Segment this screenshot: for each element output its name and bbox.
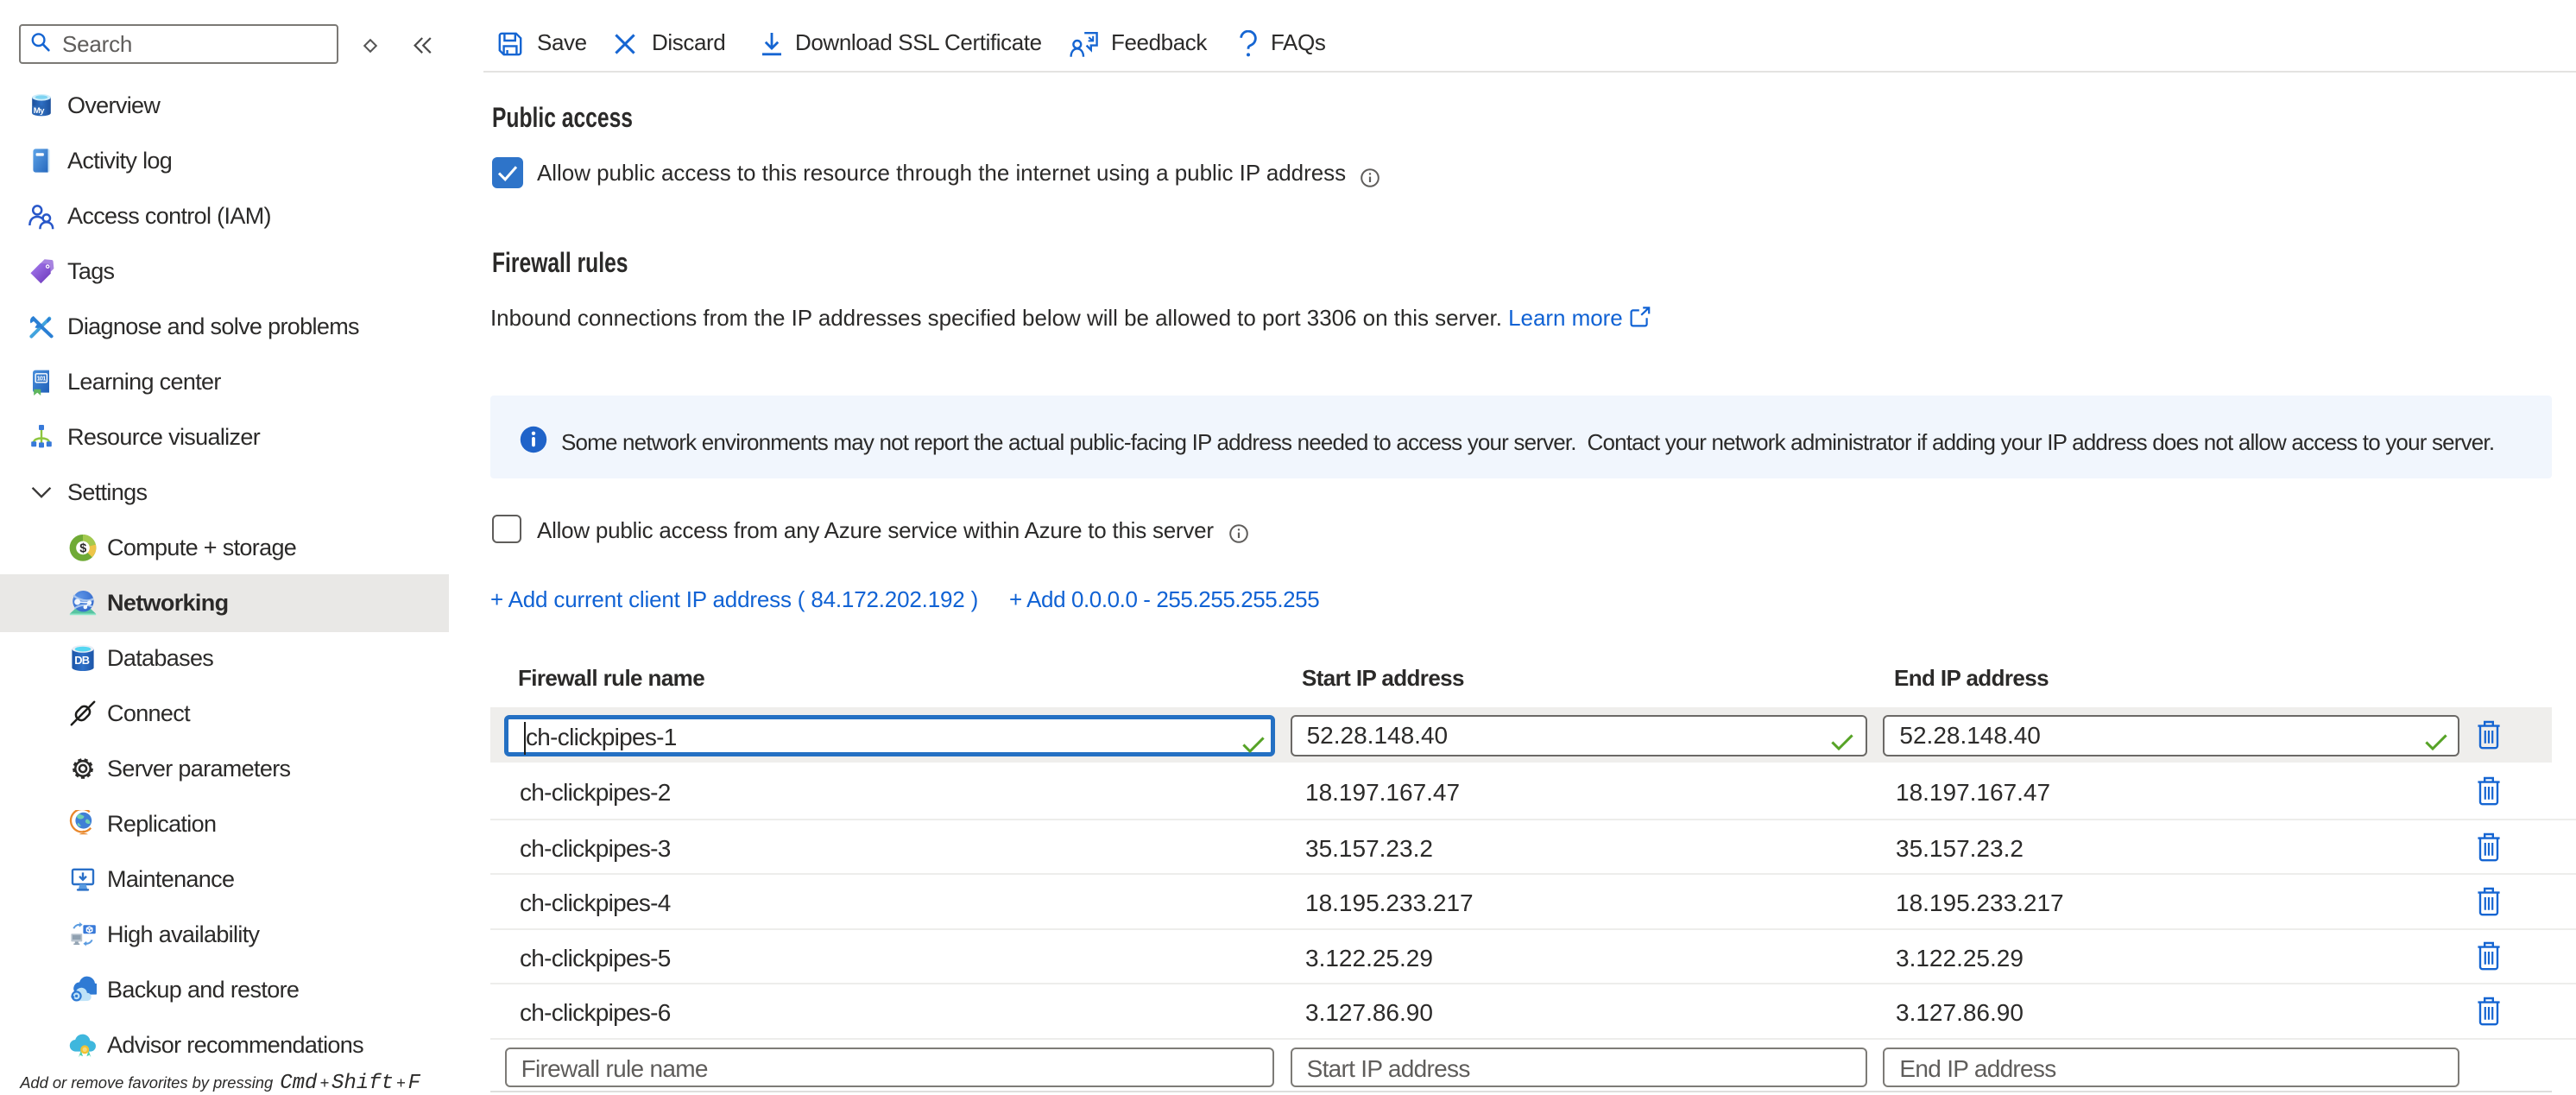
svg-text:101: 101 <box>37 375 47 383</box>
svg-text:DB: DB <box>74 654 90 667</box>
svg-text:My: My <box>34 106 45 116</box>
svg-text:$: $ <box>79 542 86 556</box>
